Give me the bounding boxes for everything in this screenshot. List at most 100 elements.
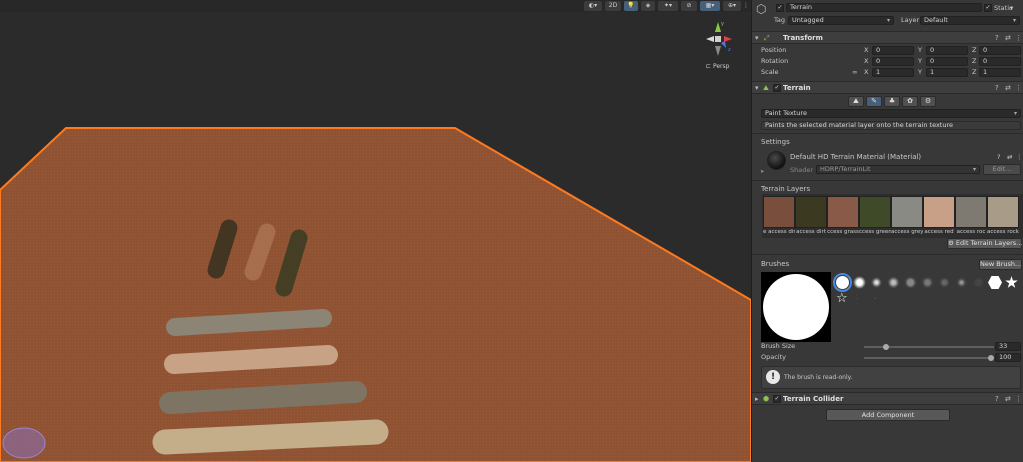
terrain-layer-label: access dirt [796,229,826,235]
preset-icon[interactable]: ⇄ [1005,34,1011,42]
axis-z-label: Z [972,57,977,65]
help-icon[interactable]: ? [995,84,999,92]
terrain-layer-tile[interactable] [827,196,859,228]
persp-label[interactable]: ⊏ Persp [706,63,729,70]
opacity-knob[interactable] [988,355,994,361]
brush-soft-circle[interactable] [853,276,866,289]
opacity-field[interactable]: 100 [995,353,1021,362]
scale-x-field[interactable]: 1 [872,68,914,77]
more-icon[interactable]: ⋮ [1015,84,1022,92]
material-name: Default HD Terrain Material (Material) [790,153,922,161]
material-foldout-arrow-icon[interactable]: ▸ [761,167,764,175]
rotation-y-field[interactable]: 0 [926,57,968,66]
brush-star-outline[interactable]: ☆ [836,291,848,306]
new-brush-button[interactable]: New Brush... [979,259,1022,270]
tag-dropdown[interactable]: Untagged [788,16,894,25]
raise-lower-tool-button[interactable]: ⛰ [848,96,864,107]
preset-icon[interactable]: ⇄ [1005,395,1011,403]
terrain-layer-tile[interactable] [987,196,1019,228]
persp-icon: ⊏ [706,63,712,70]
terrain-enabled-checkbox[interactable]: ✓ [773,84,781,92]
paint-texture-tool-button[interactable]: ✎ [866,96,882,107]
scene-view[interactable]: ◐▾ 2D 💡 ◈ ✦▾ ⊘ ▦▾ ⊕▾ ⋮ y z ⊏ Persp [0,0,751,462]
brush-noise-3[interactable] [938,276,951,289]
terrain-header[interactable]: ▾ ⛰ ✓ Terrain ? ⇄ ⋮ [752,81,1023,94]
brush-spray[interactable] [955,276,968,289]
brush-softer-circle[interactable] [870,276,883,289]
terrain-collider-header[interactable]: ▸ ⬢ ✓ Terrain Collider ? ⇄ ⋮ [752,392,1023,405]
brush-preview [761,272,831,342]
terrain-layer-label: access roc [956,229,986,235]
terrain-layer-tile[interactable] [923,196,955,228]
rotation-x-field[interactable]: 0 [872,57,914,66]
brush-dot[interactable]: · [874,296,876,303]
brush-soft-circle-2[interactable] [887,276,900,289]
brush-size-field[interactable]: 33 [995,342,1021,351]
terrain-settings-tool-button[interactable]: ⚙ [920,96,936,107]
object-name-field[interactable]: Terrain [786,3,982,12]
brush-faint[interactable] [972,276,985,289]
shader-edit-button[interactable]: Edit... [983,164,1021,175]
brush-dots[interactable]: ⁚ [856,294,858,301]
brush-size-knob[interactable] [883,344,889,350]
brushes-label: Brushes [761,260,790,268]
position-z-field[interactable]: 0 [979,46,1021,55]
collider-icon: ⬢ [763,395,770,403]
scale-y-field[interactable]: 1 [926,68,968,77]
brush-noise-2[interactable] [921,276,934,289]
brush-noise[interactable] [904,276,917,289]
more-icon[interactable]: ⋮ [1015,395,1022,403]
brush-hexagon[interactable] [988,276,1002,289]
brush-size-slider[interactable] [864,342,994,352]
help-icon[interactable]: ? [997,153,1000,161]
terrain-layer-tile[interactable] [763,196,795,228]
paint-details-tool-button[interactable]: ✿ [902,96,918,107]
position-y-field[interactable]: 0 [926,46,968,55]
position-x-field[interactable]: 0 [872,46,914,55]
more-icon[interactable]: ⋮ [1016,153,1023,161]
layer-dropdown[interactable]: Default [920,16,1020,25]
more-icon[interactable]: ⋮ [1015,34,1022,42]
opacity-slider[interactable] [864,353,994,363]
persp-text: Persp [712,63,730,70]
scale-z-field[interactable]: 1 [979,68,1021,77]
brush-star-filled[interactable] [1005,276,1018,288]
add-component-button[interactable]: Add Component [826,409,950,421]
paint-stroke-light-rock [152,419,389,455]
settings-label: Settings [761,138,790,146]
collider-enabled-checkbox[interactable]: ✓ [773,395,781,403]
rotation-z-field[interactable]: 0 [979,57,1021,66]
static-checkbox[interactable]: ✓ [984,4,992,12]
object-active-checkbox[interactable]: ✓ [776,4,784,12]
terrain-layer-label: e access dir [763,229,795,235]
terrain-layer-label: ccess green [859,229,891,235]
terrain-layer-tile[interactable] [955,196,987,228]
edit-terrain-layers-button[interactable]: ⚙ Edit Terrain Layers... [947,238,1022,249]
paint-brush-icon: ✎ [871,97,877,105]
paint-trees-tool-button[interactable]: ♣ [884,96,900,107]
terrain-layer-label: access grey [891,229,923,235]
preset-icon[interactable]: ⇄ [1007,153,1012,161]
preset-icon[interactable]: ⇄ [1005,84,1011,92]
terrain-mode-dropdown[interactable]: Paint Texture [761,109,1021,118]
terrain-mesh[interactable] [0,0,751,462]
transform-icon: ⤢ [764,34,770,42]
terrain-layer-label: access rock [987,229,1019,235]
terrain-layer-tile[interactable] [859,196,891,228]
brush-hard-circle[interactable] [833,273,852,292]
shader-dropdown[interactable]: HDRP/TerrainLit [816,165,980,174]
terrain-component-icon: ⛰ [763,84,769,92]
brush-cursor [2,427,46,459]
terrain-layer-label: access red [924,229,954,235]
terrain-layer-tile[interactable] [891,196,923,228]
transform-header[interactable]: ▾ ⤢ Transform ? ⇄ ⋮ [752,31,1023,44]
tag-label: Tag [774,16,786,24]
link-icon[interactable]: ∞ [852,68,857,76]
static-dropdown-icon[interactable]: ▾ [1010,4,1013,12]
help-icon[interactable]: ? [995,395,999,403]
orientation-gizmo[interactable]: y z [700,18,740,62]
help-icon[interactable]: ? [995,34,999,42]
material-thumbnail[interactable] [767,151,786,170]
terrain-layer-tile[interactable] [795,196,827,228]
foldout-arrow-icon: ▾ [755,84,759,92]
